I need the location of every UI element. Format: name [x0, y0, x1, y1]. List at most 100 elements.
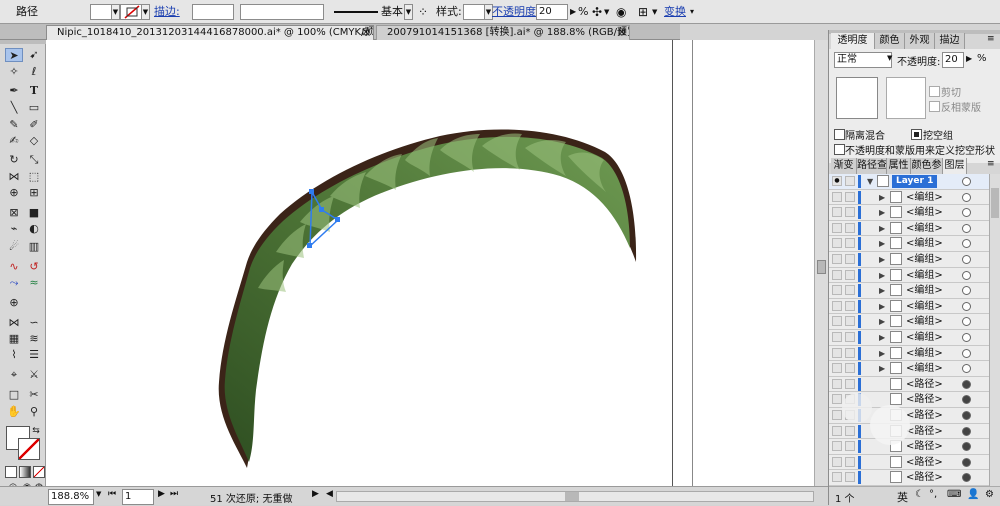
- pencil-tool-icon[interactable]: ✐: [25, 118, 43, 132]
- keyboard-icon[interactable]: ⌨: [947, 489, 961, 500]
- tab-attributes[interactable]: 属性: [887, 158, 911, 174]
- lock-toggle[interactable]: [845, 285, 855, 296]
- opacity-arrow-icon[interactable]: ▶: [570, 5, 576, 19]
- ime-settings-icon[interactable]: ⚙: [985, 489, 994, 500]
- target-icon[interactable]: [962, 426, 971, 436]
- close-icon[interactable]: ⊠: [618, 26, 626, 40]
- stroke-dropdown[interactable]: ▼: [141, 4, 150, 20]
- object-thumbnail[interactable]: [836, 77, 878, 119]
- target-icon[interactable]: [962, 192, 971, 202]
- magic-wand-tool-icon[interactable]: ✧: [5, 65, 23, 79]
- last-page-icon[interactable]: ⏭: [170, 489, 178, 499]
- layer-item-row[interactable]: ▶ <编组>: [829, 314, 989, 330]
- blend-mode-select[interactable]: 正常: [834, 52, 892, 68]
- target-icon[interactable]: [962, 348, 971, 358]
- invert-mask-checkbox[interactable]: [929, 101, 940, 112]
- warp-tool-icon[interactable]: ≋: [25, 332, 43, 346]
- eye-icon[interactable]: [832, 238, 842, 249]
- opacity-link[interactable]: 不透明度:: [492, 5, 540, 19]
- slice-tool-icon[interactable]: ∽: [25, 316, 43, 330]
- expand-right-icon[interactable]: ▶: [879, 363, 885, 374]
- eye-icon[interactable]: ●: [832, 176, 842, 186]
- lock-toggle[interactable]: [845, 191, 855, 202]
- target-icon[interactable]: [962, 255, 971, 264]
- rectangle-tool-icon[interactable]: ▭: [25, 101, 43, 115]
- eye-icon[interactable]: [832, 285, 842, 296]
- select-similar-dropdown[interactable]: ▼: [604, 5, 609, 19]
- layer-item-row[interactable]: <路径>: [829, 470, 989, 486]
- eyedropper-tool-icon[interactable]: ⌁: [5, 222, 23, 236]
- target-icon[interactable]: [962, 317, 971, 327]
- color-mode-icon[interactable]: [5, 466, 17, 478]
- tab-document-2[interactable]: 20079101415136​8 [转换].ai* @ 188.8% (RGB/…: [376, 25, 630, 40]
- target-icon[interactable]: [962, 270, 971, 280]
- eye-icon[interactable]: [832, 191, 842, 202]
- width-tool-icon[interactable]: ⋈: [5, 170, 23, 184]
- target-icon[interactable]: [962, 301, 971, 311]
- next-page-icon[interactable]: ▶: [158, 489, 165, 499]
- status-menu-arrow[interactable]: ▶: [312, 489, 319, 499]
- lock-toggle[interactable]: [845, 300, 855, 311]
- eye-icon[interactable]: [832, 394, 842, 405]
- lock-toggle[interactable]: [845, 472, 855, 483]
- fill-swatch[interactable]: [90, 4, 112, 20]
- blend-tool-icon[interactable]: ◐: [25, 222, 43, 236]
- eye-icon[interactable]: [832, 441, 842, 452]
- tab-layers[interactable]: 图层: [943, 158, 967, 174]
- eye-icon[interactable]: [832, 425, 842, 436]
- graphic-style-swatch[interactable]: [463, 4, 485, 20]
- lock-toggle[interactable]: [845, 363, 855, 374]
- target-icon[interactable]: [962, 473, 971, 483]
- tab-stroke[interactable]: 描边: [935, 33, 965, 49]
- eye-icon[interactable]: [832, 378, 842, 389]
- layer-item-row[interactable]: ▶ <编组>: [829, 236, 989, 252]
- measure-tool-icon[interactable]: ⌖: [5, 368, 23, 382]
- lock-toggle[interactable]: [845, 269, 855, 280]
- expand-right-icon[interactable]: ▶: [879, 285, 885, 296]
- mask-thumbnail[interactable]: [886, 77, 926, 119]
- eye-icon[interactable]: [832, 254, 842, 264]
- hscroll-thumb[interactable]: [565, 492, 579, 501]
- lock-toggle[interactable]: [845, 425, 855, 436]
- zoom-input[interactable]: 188.8%: [48, 489, 94, 505]
- tab-pathfinder[interactable]: 路径查: [857, 158, 887, 174]
- toolbox-grip[interactable]: [0, 40, 46, 44]
- ime-punct-icon[interactable]: °,: [929, 489, 937, 500]
- gradient-tool-icon[interactable]: ■: [25, 206, 43, 220]
- eraser-tool-icon[interactable]: ◇: [25, 134, 43, 148]
- lock-toggle[interactable]: [845, 222, 855, 233]
- opacity-input[interactable]: 20: [536, 4, 568, 20]
- none-mode-icon[interactable]: [33, 466, 45, 478]
- expand-right-icon[interactable]: ▶: [879, 223, 885, 234]
- eye-icon[interactable]: [832, 316, 842, 327]
- layers-menu-icon[interactable]: ≡: [987, 159, 995, 169]
- close-icon[interactable]: ⊠: [362, 26, 370, 40]
- document-setup-icon[interactable]: ◉: [616, 5, 626, 19]
- layer-item-row[interactable]: ▶ <编组>: [829, 361, 989, 377]
- tab-gradient[interactable]: 渐变: [831, 158, 857, 174]
- eye-icon[interactable]: [832, 363, 842, 374]
- layer-item-row[interactable]: ▶ <编组>: [829, 283, 989, 299]
- lock-toggle[interactable]: [845, 254, 855, 264]
- lock-toggle[interactable]: [845, 176, 855, 186]
- target-icon[interactable]: [962, 208, 971, 218]
- lock-toggle[interactable]: [845, 378, 855, 389]
- scroll-left-arrow[interactable]: ◀: [326, 489, 333, 499]
- eye-icon[interactable]: [832, 456, 842, 467]
- expand-right-icon[interactable]: ▶: [879, 238, 885, 249]
- scale-tool-icon[interactable]: ⤡: [25, 153, 43, 167]
- gradient-mode-icon[interactable]: [19, 466, 31, 478]
- expand-right-icon[interactable]: ▶: [879, 301, 885, 312]
- zigzag-tool-icon[interactable]: ⌇: [5, 348, 23, 362]
- stroke-weight-input[interactable]: [192, 4, 234, 20]
- lock-toggle[interactable]: [845, 441, 855, 452]
- target-icon[interactable]: [962, 177, 971, 186]
- target-icon[interactable]: [962, 411, 971, 420]
- target-icon[interactable]: [962, 333, 971, 342]
- horizontal-scrollbar[interactable]: [336, 491, 814, 502]
- first-page-icon[interactable]: ⏮: [108, 489, 116, 499]
- pen-tool-icon[interactable]: ✒: [5, 84, 23, 98]
- mesh-tool-icon[interactable]: ⊠: [5, 206, 23, 220]
- layer-item-row[interactable]: <路径>: [829, 455, 989, 471]
- target-icon[interactable]: [962, 286, 971, 296]
